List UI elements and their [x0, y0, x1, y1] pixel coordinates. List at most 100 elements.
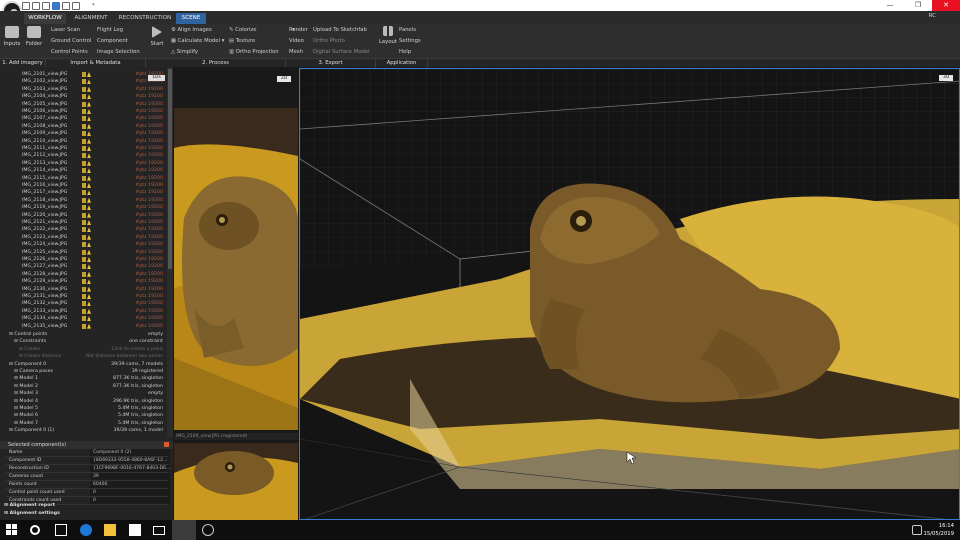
- image-list-item[interactable]: IMG_2104_view.JPG #ptz 19200: [0, 93, 167, 100]
- image-list-item[interactable]: IMG_2129_view.JPG #ptz 19200: [0, 278, 167, 285]
- settings-button[interactable]: Settings: [399, 38, 421, 44]
- property-value[interactable]: 0: [90, 489, 170, 496]
- tab-reconstruction[interactable]: RECONSTRUCTION: [116, 13, 174, 24]
- laser-scan-button[interactable]: Laser Scan: [51, 27, 80, 33]
- tree-item[interactable]: ⊟ Component 0 39/39 cams, 7 models: [0, 361, 167, 368]
- align-images-button[interactable]: ⚙ Align Images: [171, 27, 212, 33]
- view-2d-tag[interactable]: 2D: [277, 76, 291, 82]
- image-list-item[interactable]: IMG_2128_view.JPG #ptz 19200: [0, 271, 167, 278]
- model-canvas[interactable]: [300, 69, 960, 520]
- image-list-item[interactable]: IMG_2122_view.JPG #ptz 19200: [0, 226, 167, 233]
- task-view-icon[interactable]: [55, 524, 67, 536]
- image-list-item[interactable]: IMG_2112_view.JPG #ptz 19200: [0, 152, 167, 159]
- close-icon[interactable]: [164, 442, 169, 447]
- colorize-button[interactable]: ✎ Colorize ▾: [229, 27, 295, 33]
- tree-item[interactable]: ⊟ Model 6 5.4M tris, singleton: [0, 412, 167, 419]
- quick-access-icon[interactable]: [62, 1, 70, 10]
- component-button[interactable]: Component: [97, 38, 128, 44]
- quick-access-icon[interactable]: [42, 1, 50, 10]
- pen-icon[interactable]: [912, 525, 922, 535]
- image-list-item[interactable]: IMG_2133_view.JPG #ptz 19200: [0, 308, 167, 315]
- tree-item[interactable]: ⊟ Create distance Not distance between tw…: [0, 353, 167, 360]
- image-list-item[interactable]: IMG_2123_view.JPG #ptz 19200: [0, 234, 167, 241]
- upload-sketchfab-button[interactable]: Upload To Sketchfab: [313, 27, 367, 33]
- tree-item[interactable]: ⊟ Camera poses 39 registered: [0, 368, 167, 375]
- help-button[interactable]: Help: [399, 49, 411, 55]
- image-list-item[interactable]: IMG_2105_view.JPG #ptz 19200: [0, 101, 167, 108]
- control-points-button[interactable]: Control Points: [51, 49, 88, 55]
- system-clock[interactable]: 16:14 15/05/2019: [923, 522, 954, 538]
- tree-item[interactable]: ⊟ Model 4 296.9K tris, singleton: [0, 398, 167, 405]
- image-list-item[interactable]: IMG_2116_view.JPG #ptz 19200: [0, 182, 167, 189]
- image-list-item[interactable]: IMG_2135_view.JPG #ptz 19200: [0, 323, 167, 330]
- scene-3d-view[interactable]: 3D: [299, 68, 960, 520]
- image-list-item[interactable]: IMG_2106_view.JPG #ptz 19200: [0, 108, 167, 115]
- folder-button[interactable]: Folder: [23, 26, 45, 47]
- simplify-button[interactable]: △ Simplify: [171, 49, 198, 55]
- scrollbar-thumb[interactable]: [168, 69, 172, 269]
- tree-item[interactable]: ⊟ Model 2 877.3K tris, singleton: [0, 383, 167, 390]
- tree-item[interactable]: ⊟ Control points empty: [0, 331, 167, 338]
- realitycapture-taskbar-icon[interactable]: [172, 520, 196, 540]
- alignment-report-section[interactable]: ⊞ Alignment report: [4, 503, 55, 508]
- image-list-item[interactable]: IMG_2113_view.JPG #ptz 19200: [0, 160, 167, 167]
- image-list-item[interactable]: IMG_2117_view.JPG #ptz 19200: [0, 189, 167, 196]
- image-list-item[interactable]: IMG_2126_view.JPG #ptz 19200: [0, 256, 167, 263]
- tree-item[interactable]: ⊟ Component 0 (1) 39/39 cams, 1 model: [0, 427, 167, 434]
- image-list-item[interactable]: IMG_2124_view.JPG #ptz 19200: [0, 241, 167, 248]
- image-list-item[interactable]: IMG_2110_view.JPG #ptz 19200: [0, 138, 167, 145]
- property-value[interactable]: {1CF969BF-0016-4767-8403-D6...: [90, 465, 170, 472]
- tree-item[interactable]: ⊟ Create Click to create a point: [0, 346, 167, 353]
- tree-item[interactable]: ⊟ Model 5 5.4M tris, singleton: [0, 405, 167, 412]
- maximize-button[interactable]: ❐: [904, 0, 932, 11]
- tab-workflow[interactable]: WORKFLOW: [24, 13, 66, 24]
- render-button[interactable]: Render: [289, 27, 308, 33]
- image-list-item[interactable]: IMG_2108_view.JPG #ptz 19200: [0, 123, 167, 130]
- view-mode-tag[interactable]: 1Ds: [148, 75, 165, 81]
- ground-control-button[interactable]: Ground Control: [51, 38, 91, 44]
- image-list-item[interactable]: IMG_2109_view.JPG #ptz 19200: [0, 130, 167, 137]
- image-list-item[interactable]: IMG_2130_view.JPG #ptz 19200: [0, 286, 167, 293]
- layout-button[interactable]: Layout: [377, 26, 399, 45]
- file-explorer-icon[interactable]: [104, 524, 116, 536]
- tree-item[interactable]: ⊟ Constraints one constraint: [0, 338, 167, 345]
- ortho-projection-button[interactable]: ▥ Ortho Projection: [229, 49, 279, 55]
- view-3d-tag[interactable]: 3D: [939, 75, 953, 81]
- flight-log-button[interactable]: Flight Log: [97, 27, 123, 33]
- image-list-item[interactable]: IMG_2134_view.JPG #ptz 19200: [0, 315, 167, 322]
- property-value[interactable]: Component 0 (2): [90, 449, 170, 456]
- property-value[interactable]: 39: [90, 473, 170, 480]
- quick-access-icon[interactable]: [72, 1, 80, 10]
- calculate-model-button[interactable]: ▦ Calculate Model ▾: [171, 38, 224, 44]
- tab-scene[interactable]: SCENE: [176, 13, 206, 24]
- user-badge[interactable]: RC: [929, 13, 936, 19]
- tab-alignment[interactable]: ALIGNMENT: [68, 13, 114, 24]
- tree-item[interactable]: ⊟ Model 7 5.4M tris, singleton: [0, 420, 167, 427]
- image-list-item[interactable]: IMG_2101_view.JPG#ptz 19200: [0, 71, 167, 78]
- image-list-item[interactable]: IMG_2119_view.JPG #ptz 19200: [0, 204, 167, 211]
- image-selection-button[interactable]: Image Selection: [97, 49, 140, 55]
- image-list-item[interactable]: IMG_2102_view.JPG #ptz 19200: [0, 78, 167, 85]
- image-list-item[interactable]: IMG_2132_view.JPG #ptz 19200: [0, 300, 167, 307]
- image-list-item[interactable]: IMG_2125_view.JPG #ptz 19200: [0, 249, 167, 256]
- property-value[interactable]: 60400: [90, 481, 170, 488]
- property-value[interactable]: {8D69332-9558-4860-8A6F-12...: [90, 457, 170, 464]
- start-menu-icon[interactable]: [6, 524, 18, 536]
- image-list-item[interactable]: IMG_2127_view.JPG #ptz 19200: [0, 263, 167, 270]
- tree-item[interactable]: ⊟ Model 3 empty: [0, 390, 167, 397]
- image-2d-view[interactable]: 2D IMG_2109_view.JPG (registered) 2D: [173, 67, 299, 520]
- image-list-item[interactable]: IMG_2103_view.JPG #ptz 19200: [0, 86, 167, 93]
- app-taskbar-icon[interactable]: [202, 524, 214, 536]
- quick-access-icon[interactable]: [32, 1, 40, 10]
- ortho-photo-button[interactable]: Ortho Photo: [313, 38, 345, 44]
- mail-icon[interactable]: [153, 526, 165, 535]
- panels-button[interactable]: Panels: [399, 27, 416, 33]
- dsm-button[interactable]: Digital Surface Model: [313, 49, 370, 55]
- image-list-item[interactable]: IMG_2131_view.JPG #ptz 19200: [0, 293, 167, 300]
- image-list-item[interactable]: IMG_2118_view.JPG #ptz 19200: [0, 197, 167, 204]
- mesh-button[interactable]: Mesh: [289, 49, 303, 55]
- property-value[interactable]: 0: [90, 497, 170, 504]
- search-icon[interactable]: [30, 525, 40, 535]
- image-list-item[interactable]: IMG_2107_view.JPG #ptz 19200: [0, 115, 167, 122]
- quick-access-icon[interactable]: [22, 1, 30, 10]
